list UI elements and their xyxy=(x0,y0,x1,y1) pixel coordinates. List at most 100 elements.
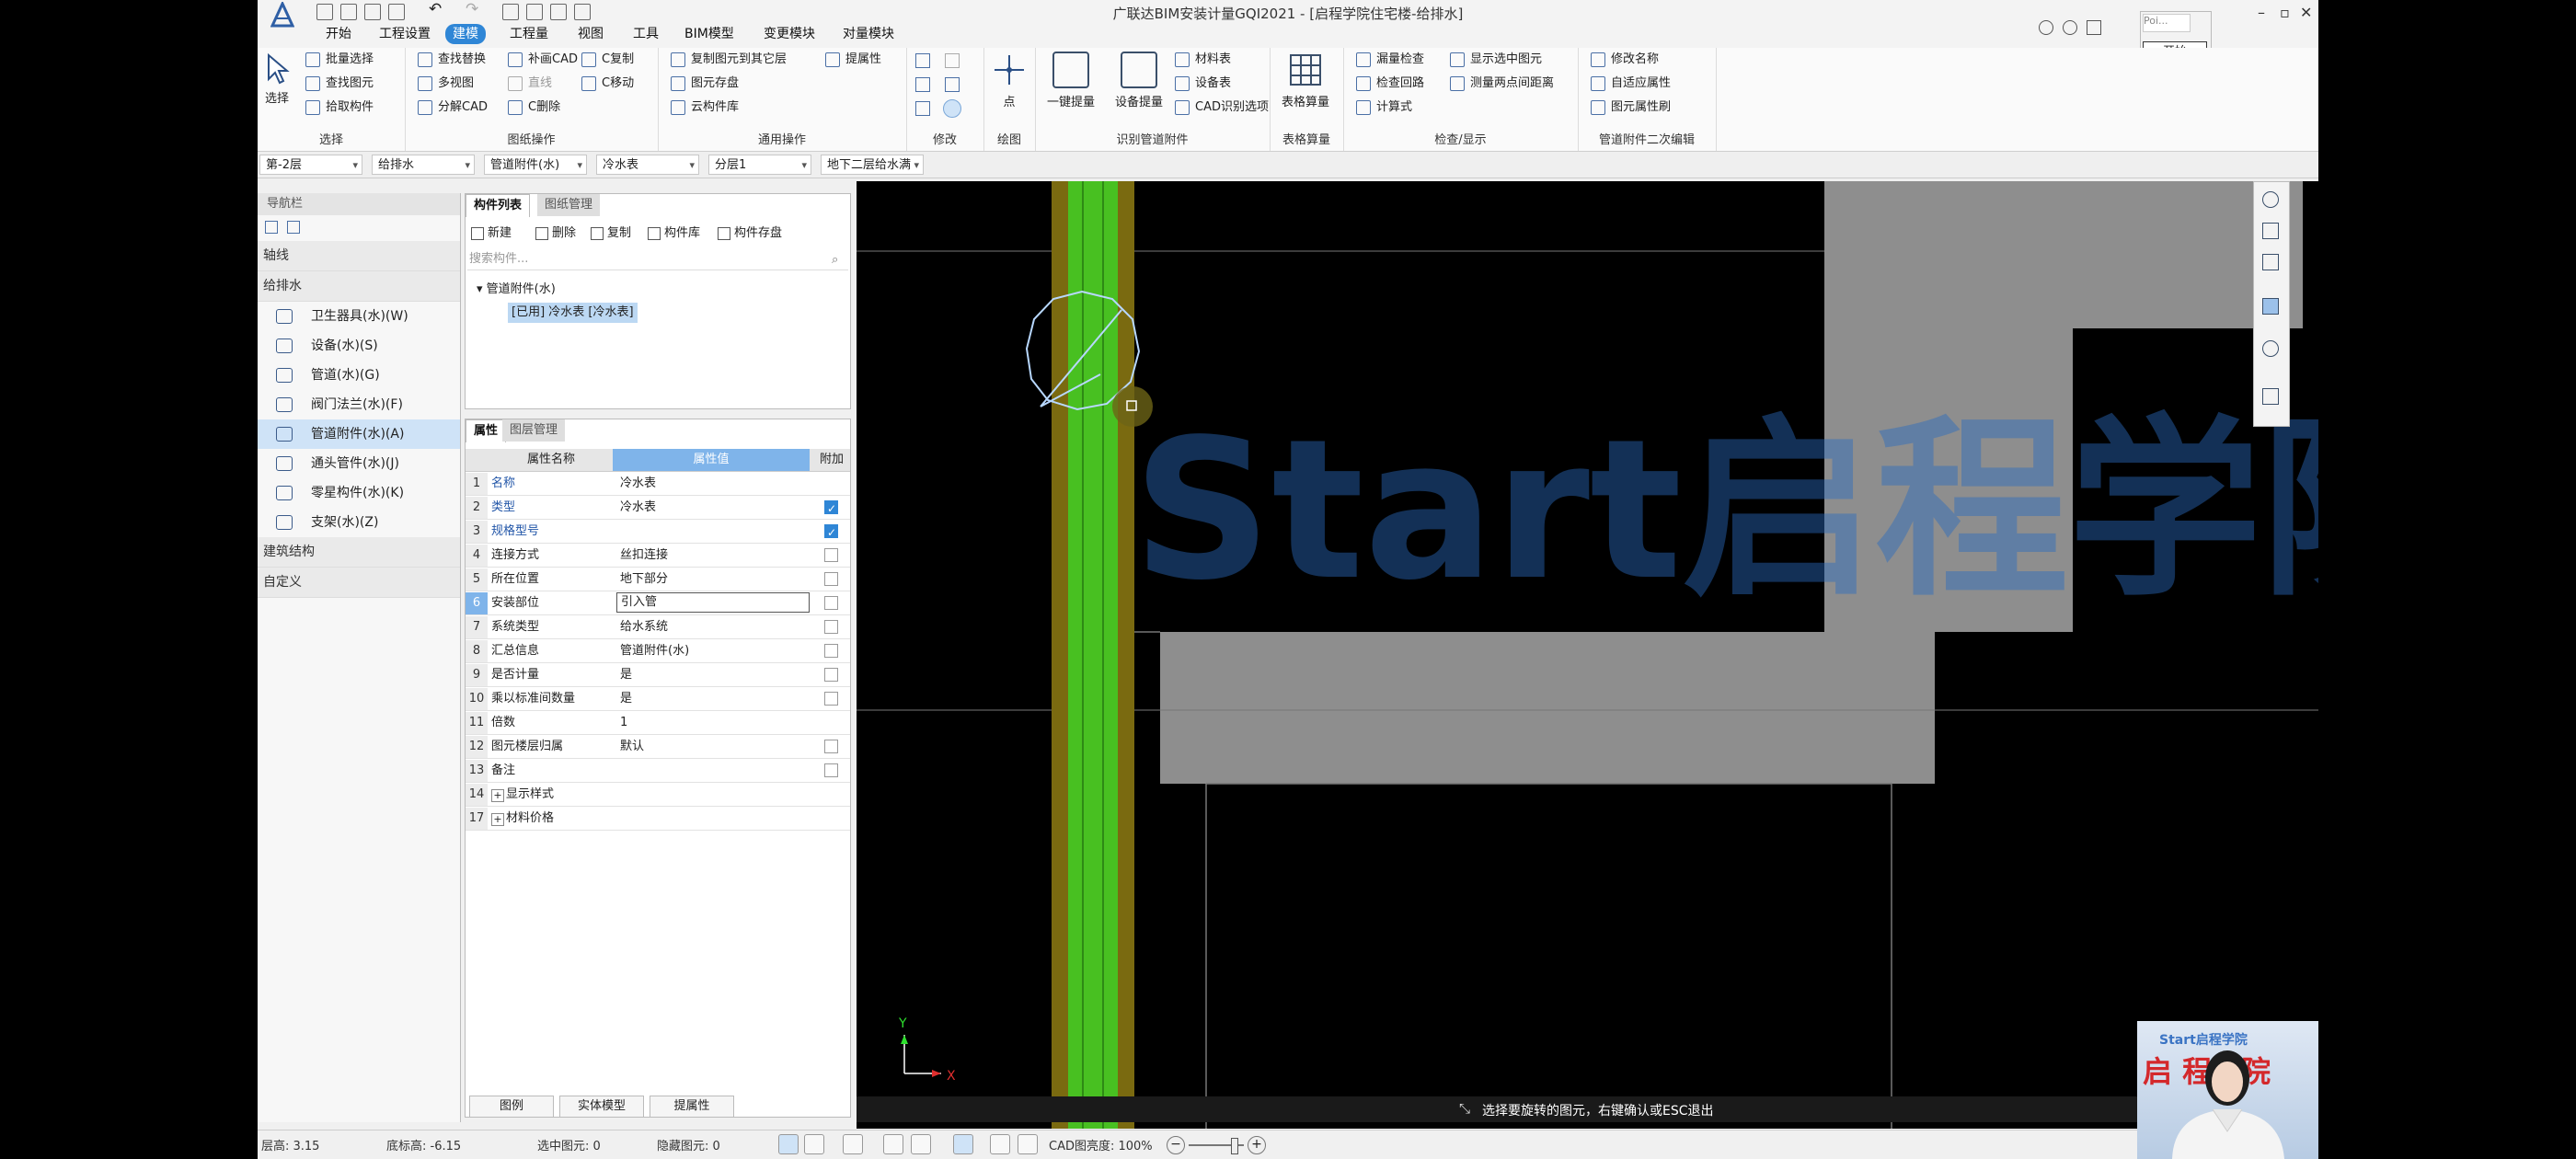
brightness-slider[interactable] xyxy=(1189,1138,1244,1154)
nav-category-plumbing[interactable]: 给排水 xyxy=(258,271,460,302)
brightness-slider-thumb[interactable] xyxy=(1231,1138,1238,1154)
smile-icon[interactable] xyxy=(2039,20,2053,35)
pick-component-button[interactable]: 拾取构件 xyxy=(304,98,374,118)
drawing-canvas[interactable]: Start启程学院 Y X ⤡ 选择要旋转的图元，右键确认或ESC退出 xyxy=(857,181,2318,1129)
leak-check-button[interactable]: 漏量检查 xyxy=(1354,50,1424,70)
menu-tools[interactable]: 工具 xyxy=(626,24,666,44)
select-button[interactable]: 选择 xyxy=(259,52,294,106)
ortho-toggle-icon[interactable] xyxy=(778,1134,799,1154)
canvas-drawing[interactable]: Start启程学院 Y X xyxy=(857,181,2318,1129)
property-row-8[interactable]: 8 汇总信息 管道附件(水) xyxy=(466,640,850,663)
move-small-icon[interactable] xyxy=(915,77,930,92)
line-button[interactable]: 直线 xyxy=(506,74,552,94)
property-row-3[interactable]: 3 规格型号 xyxy=(466,521,850,544)
cross-toggle-icon[interactable] xyxy=(883,1134,903,1154)
property-value[interactable]: 管道附件(水) xyxy=(616,640,810,662)
find-element-button[interactable]: 查找图元 xyxy=(304,74,374,94)
property-value[interactable]: 默认 xyxy=(616,736,810,758)
property-row-5[interactable]: 5 所在位置 地下部分 xyxy=(466,568,850,591)
property-value[interactable]: 引入管 xyxy=(616,592,810,613)
batch-select-button[interactable]: 批量选择 xyxy=(304,50,374,70)
nav-category-custom[interactable]: 自定义 xyxy=(258,568,460,598)
nav-item-support[interactable]: 支架(水)(Z) xyxy=(258,508,460,537)
find-replace-button[interactable]: 查找替换 xyxy=(416,50,486,70)
legend-button[interactable]: 图例 xyxy=(469,1096,554,1118)
formula-button[interactable]: 计算式 xyxy=(1354,98,1412,118)
show-selected-button[interactable]: 显示选中图元 xyxy=(1448,50,1542,70)
property-row-11[interactable]: 11 倍数 1 xyxy=(466,712,850,735)
cloud-library-button[interactable]: 云构件库 xyxy=(669,98,739,118)
property-row-10[interactable]: 10 乘以标准间数量 是 xyxy=(466,688,850,711)
nav-item-fitting[interactable]: 通头管件(水)(J) xyxy=(258,449,460,478)
table-calc-button[interactable]: 表格算量 xyxy=(1273,52,1338,109)
extra-checkbox[interactable] xyxy=(824,763,838,777)
extra-checkbox[interactable] xyxy=(824,692,838,706)
expand-icon[interactable]: + xyxy=(491,813,504,826)
tree-item-selected[interactable]: [已用] 冷水表 [冷水表] xyxy=(508,303,638,323)
extra-checkbox[interactable] xyxy=(824,740,838,753)
property-row-7[interactable]: 7 系统类型 给水系统 xyxy=(466,616,850,639)
component-select[interactable]: 冷水表 xyxy=(596,155,699,176)
property-row-2[interactable]: 2 类型 冷水表 xyxy=(466,497,850,520)
property-row-17[interactable]: 17 材料价格 + xyxy=(466,808,850,831)
menu-quantities[interactable]: 工程量 xyxy=(502,24,556,44)
extract-property-button[interactable]: 提属性 xyxy=(650,1096,734,1118)
expand-icon[interactable]: + xyxy=(491,789,504,802)
property-row-13[interactable]: 13 备注 xyxy=(466,760,850,783)
minimize-icon[interactable]: – xyxy=(2258,4,2265,21)
orbit-icon[interactable] xyxy=(2262,340,2279,357)
menu-project-settings[interactable]: 工程设置 xyxy=(372,24,438,44)
nav-settings-icon[interactable] xyxy=(265,221,278,234)
zoom-out-icon[interactable]: − xyxy=(1167,1136,1185,1154)
solid-model-button[interactable]: 实体模型 xyxy=(559,1096,644,1118)
menu-modeling[interactable]: 建模 xyxy=(445,24,486,44)
point-button[interactable]: 点 xyxy=(983,52,1035,109)
menu-change-module[interactable]: 变更模块 xyxy=(756,24,822,44)
rotate-view-icon[interactable] xyxy=(2262,191,2279,208)
c-move-button[interactable]: C移动 xyxy=(580,74,634,94)
new-component-button[interactable]: 新建 xyxy=(469,224,512,244)
view-3d-icon[interactable] xyxy=(2262,223,2279,239)
tab-component-list[interactable]: 构件列表 xyxy=(466,194,531,217)
extra-checkbox[interactable] xyxy=(824,522,838,544)
property-value[interactable]: 是 xyxy=(616,664,810,686)
floor-select[interactable]: 第-2层 xyxy=(259,155,362,176)
check-loop-button[interactable]: 检查回路 xyxy=(1354,74,1424,94)
measure-distance-button[interactable]: 测量两点间距离 xyxy=(1448,74,1554,94)
tab-properties[interactable]: 属性 xyxy=(466,419,507,442)
nav-item-pipe-accessory[interactable]: 管道附件(水)(A) xyxy=(258,419,460,449)
c-delete-button[interactable]: C删除 xyxy=(506,98,560,118)
copy-component-button[interactable]: 复制 xyxy=(589,224,631,244)
rename-button[interactable]: 修改名称 xyxy=(1589,50,1659,70)
attribute-brush-button[interactable]: 图元属性刷 xyxy=(1589,98,1671,118)
material-table-button[interactable]: 材料表 xyxy=(1173,50,1231,70)
property-row-14[interactable]: 14 显示样式 + xyxy=(466,784,850,807)
tab-layer-management[interactable]: 图层管理 xyxy=(502,419,566,442)
component-save-button[interactable]: 构件存盘 xyxy=(716,224,782,244)
c-copy-button[interactable]: C复制 xyxy=(580,50,634,70)
copy-to-other-floor-button[interactable]: 复制图元到其它层 xyxy=(669,50,787,70)
menu-view[interactable]: 视图 xyxy=(570,24,611,44)
property-value[interactable]: 给水系统 xyxy=(616,616,810,638)
nav-category-axis[interactable]: 轴线 xyxy=(258,241,460,271)
tab-drawing-management[interactable]: 图纸管理 xyxy=(537,194,601,216)
property-value[interactable]: 地下部分 xyxy=(616,568,810,591)
drawing-select[interactable]: 地下二层给水满 xyxy=(821,155,924,176)
component-type-select[interactable]: 管道附件(水) xyxy=(484,155,587,176)
extra-checkbox[interactable] xyxy=(824,644,838,658)
extra-checkbox[interactable] xyxy=(824,596,838,610)
save-element-button[interactable]: 图元存盘 xyxy=(669,74,739,94)
extra-checkbox[interactable] xyxy=(824,668,838,682)
discipline-select[interactable]: 给排水 xyxy=(372,155,475,176)
headset-icon[interactable] xyxy=(2063,20,2077,35)
user-icon[interactable] xyxy=(2087,20,2101,35)
property-value[interactable]: 冷水表 xyxy=(616,473,810,495)
extra-checkbox[interactable] xyxy=(824,572,838,586)
component-library-button[interactable]: 构件库 xyxy=(646,224,700,244)
cad-options-button[interactable]: CAD识别选项 xyxy=(1173,98,1269,118)
one-click-extract-button[interactable]: 一键提量 xyxy=(1039,52,1103,109)
list-view-icon[interactable] xyxy=(2262,388,2279,405)
multi-view-button[interactable]: 多视图 xyxy=(416,74,474,94)
cube-solid-icon[interactable] xyxy=(2262,298,2279,315)
arc-toggle-icon[interactable] xyxy=(1018,1134,1038,1154)
